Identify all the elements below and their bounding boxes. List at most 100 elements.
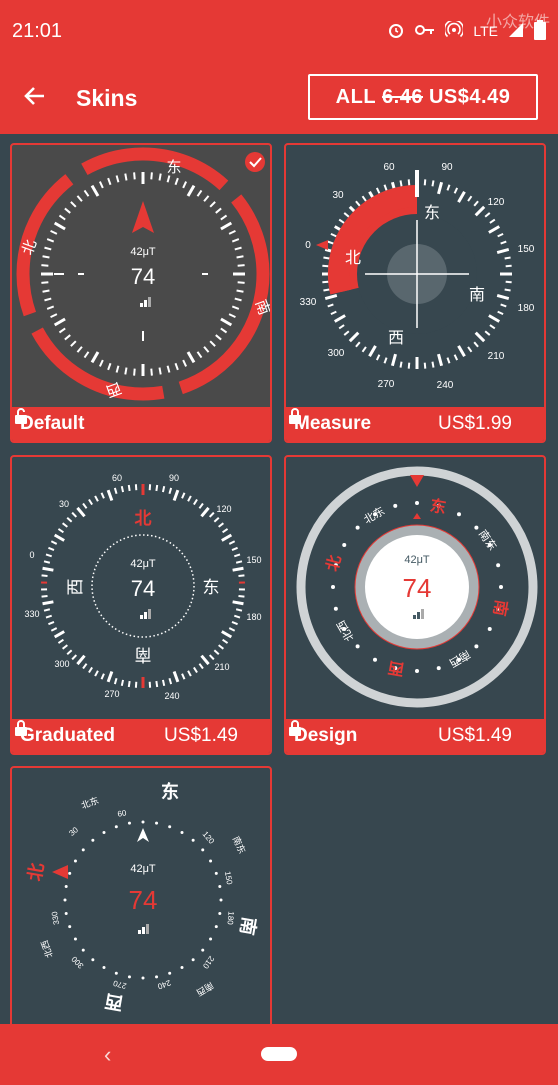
nav-back-button[interactable]: ‹ [104,1042,111,1068]
dial-dot [91,958,95,962]
tick-mark [113,487,118,494]
tick-mark [42,289,50,293]
buy-all-button[interactable]: ALL 6.46 US$4.49 [308,74,538,120]
tick-mark [76,506,86,518]
tick-mark [82,502,88,509]
tick-mark [94,670,99,677]
tick-mark [174,177,179,186]
tick-mark [70,340,77,347]
dial-dot [180,966,184,970]
dir-southwest: 南西 [195,980,216,999]
skin-card-measure[interactable]: 东 北 南 西 60 90 30 120 0 150 180 330 210 3… [284,143,546,443]
tick-mark [383,357,388,364]
tick-mark [338,218,345,224]
tick-mark [467,346,473,353]
tick-mark [437,353,444,367]
tick-mark [348,331,360,343]
tick-mark [106,489,114,502]
tick-mark [431,180,435,187]
dial-dot [91,838,95,842]
key-icon [415,23,435,40]
tick-mark [186,184,196,197]
degree-label: 90 [169,473,179,483]
check-circle-icon [245,152,265,172]
tick-mark [53,221,66,231]
tick-mark [431,361,435,368]
tick-mark [233,614,241,619]
dial-dot [68,871,72,875]
tick-mark [107,362,112,371]
tick-mark [497,232,504,238]
degree-label: 90 [441,162,453,173]
dial-dot [393,503,398,508]
degree-label: 240 [164,691,179,701]
skin-card-minimal[interactable]: 42μT 74 东 北 南 西 北东 南东 北西 南西 60 120 150 1… [10,766,272,1036]
dir-south: 南 [469,286,485,304]
dial-dot [214,925,218,929]
skin-name: Measure [294,413,372,434]
dial-dot [63,898,67,902]
tick-mark [53,630,65,639]
dial-dot [457,512,461,517]
skin-card-design[interactable]: 42μT 74 东 北 南 西 北东 南东 北西 南西 Design US$1.… [284,455,546,755]
tick-mark [504,256,511,260]
tick-mark [208,654,215,661]
tick-mark [66,649,73,655]
tick-mark [505,264,512,268]
tick-mark [338,324,345,330]
tick-mark [90,184,100,197]
unlock-icon [15,408,262,433]
tick-mark [399,361,403,368]
tick-mark [42,566,54,572]
tick-mark [375,354,381,361]
tick-mark [203,195,210,202]
tick-mark [88,498,93,506]
tick-mark [215,334,222,341]
tick-mark [113,678,118,685]
tick-mark [127,484,131,492]
tick-mark [98,181,104,189]
degree-label: 270 [112,978,128,990]
tick-mark [53,317,66,327]
tick-mark [120,486,125,493]
degree-label: 300 [328,348,345,359]
skin-card-graduated[interactable]: 42μT 74 北 西 东 南 60 90 30 120 0 150 180 3… [10,455,272,755]
dir-east: 东 [429,496,448,517]
tick-mark [322,280,329,284]
tick-mark [45,553,53,558]
degree-label: 120 [216,504,231,514]
skin-price: US$1.49 [164,725,238,746]
tick-mark [43,608,51,612]
buy-all-old-price: 6.46 [382,85,423,108]
tick-mark [497,310,504,316]
nav-home-pill[interactable] [261,1047,297,1061]
tick-mark [158,367,162,375]
tick-mark [231,238,240,243]
tick-mark [221,533,233,542]
tick-mark [383,184,388,191]
heading-value: 74 [131,576,155,601]
skin-card-default[interactable]: 42μT 74 东 北 南 西 Default [10,143,272,443]
tick-mark [64,334,71,341]
tick-mark [457,345,466,358]
degree-label: 240 [156,978,172,991]
dial-dot [201,948,205,952]
tick-mark [496,294,510,301]
back-button[interactable] [0,62,70,134]
tick-mark [150,172,153,180]
heading-value: 74 [403,573,432,603]
dir-southwest: 南西 [447,647,473,669]
dial-dot [191,958,195,962]
tick-mark [88,666,93,674]
tick-mark [48,546,55,551]
tick-mark [233,553,241,558]
alarm-icon [387,21,405,42]
field-strength: 42μT [404,554,430,566]
degree-label: 30 [59,499,69,509]
dial-dot [487,627,492,631]
tick-mark [407,362,411,369]
tick-mark [50,313,58,319]
tick-mark [437,181,444,195]
tick-mark [42,600,54,606]
tick-mark [220,214,228,221]
